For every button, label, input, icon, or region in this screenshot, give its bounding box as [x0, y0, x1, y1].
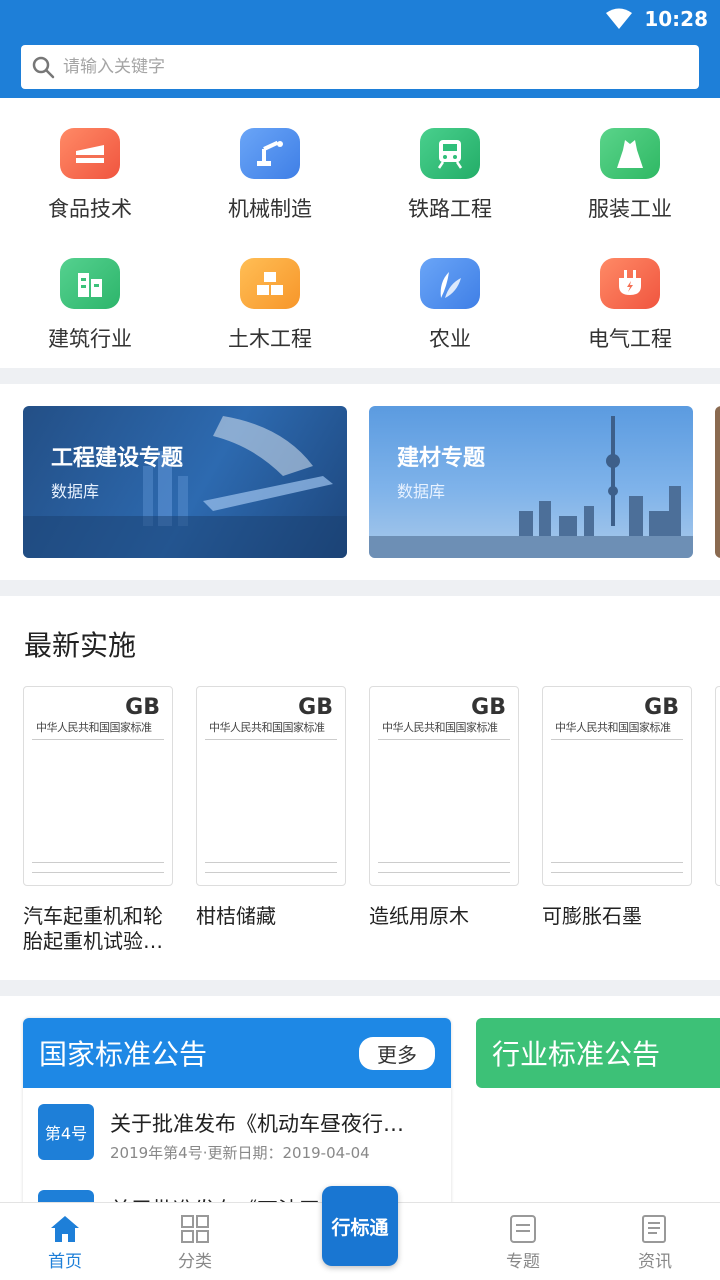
category-machinery[interactable]: 机械制造	[180, 98, 360, 223]
category-label: 机械制造	[228, 197, 312, 221]
train-icon	[420, 128, 480, 179]
search-input[interactable]	[63, 57, 663, 77]
banner-engineering[interactable]: 工程建设专题 数据库	[23, 406, 347, 558]
category-label: 农业	[429, 327, 471, 351]
search-bar[interactable]	[21, 45, 699, 89]
notices-section: 国家标准公告 更多 第4号 关于批准发布《机动车昼夜行… 2019年第4号·更新…	[0, 996, 720, 1206]
tab-label: 首页	[48, 1252, 82, 1272]
category-construction[interactable]: 建筑行业	[0, 228, 180, 353]
standard-card-peek[interactable]	[715, 686, 720, 886]
standard-name: 可膨胀石墨	[542, 904, 642, 928]
notice-item[interactable]: 第4号 关于批准发布《机动车昼夜行… 2019年第4号·更新日期：2019-04…	[38, 1104, 440, 1163]
standard-name: 柑桔储藏	[196, 904, 276, 928]
tab-label: 分类	[178, 1252, 212, 1272]
industry-notice-card[interactable]: 行业标准公告	[476, 1018, 720, 1088]
cover-title: 中华人民共和国国家标准	[555, 721, 671, 734]
tab-home[interactable]: 首页	[0, 1203, 130, 1280]
category-label: 土木工程	[228, 327, 312, 351]
dress-icon	[600, 128, 660, 179]
banner-title: 工程建设专题	[51, 446, 184, 471]
latest-section: 最新实施 GB 中华人民共和国国家标准 汽车起重机和轮胎起重机试验… GB 中华…	[0, 596, 720, 980]
category-label: 食品技术	[48, 197, 132, 221]
tab-label: 专题	[506, 1252, 540, 1272]
cake-icon	[60, 128, 120, 179]
gb-mark: GB	[644, 695, 679, 720]
section-title: 最新实施	[24, 629, 137, 662]
national-notice-header: 国家标准公告 更多	[23, 1018, 451, 1088]
category-label: 服装工业	[588, 197, 672, 221]
standard-cover: GB 中华人民共和国国家标准	[196, 686, 346, 886]
center-app-label: 行标通	[331, 1216, 389, 1239]
notice-title: 关于批准发布《机动车昼夜行…	[110, 1112, 404, 1136]
list-icon	[510, 1215, 536, 1243]
gb-mark: GB	[125, 695, 160, 720]
category-food-tech[interactable]: 食品技术	[0, 98, 180, 223]
standard-name: 汽车起重机和轮胎起重机试验…	[23, 904, 163, 953]
home-icon	[51, 1216, 79, 1242]
gb-mark: GB	[298, 695, 333, 720]
standard-cover: GB 中华人民共和国国家标准	[23, 686, 173, 886]
tab-label: 资讯	[638, 1252, 672, 1272]
cover-title: 中华人民共和国国家标准	[209, 721, 325, 734]
standard-card[interactable]: GB 中华人民共和国国家标准 柑桔储藏	[196, 686, 346, 929]
more-button[interactable]: 更多	[359, 1036, 435, 1070]
banner-title: 建材专题	[397, 446, 486, 471]
standard-name: 造纸用原木	[369, 904, 469, 928]
notice-badge: 第4号	[38, 1104, 94, 1160]
standard-card[interactable]: GB 中华人民共和国国家标准 可膨胀石墨	[542, 686, 692, 929]
topic-banners: 工程建设专题 数据库 建材专题 数据库	[0, 384, 720, 580]
gb-mark: GB	[471, 695, 506, 720]
tab-topics[interactable]: 专题	[458, 1203, 588, 1280]
standard-cover: GB 中华人民共和国国家标准	[542, 686, 692, 886]
plug-icon	[600, 258, 660, 309]
standard-cover: GB 中华人民共和国国家标准	[369, 686, 519, 886]
category-electrical[interactable]: 电气工程	[540, 228, 720, 353]
banner-next-peek[interactable]	[715, 406, 720, 558]
industry-notice-title: 行业标准公告	[492, 1038, 661, 1071]
category-grid: 食品技术 机械制造 铁路工程 服装工业 建筑行业 土木工程 农业 电气工程	[0, 98, 720, 368]
tab-category[interactable]: 分类	[130, 1203, 260, 1280]
standard-card[interactable]: GB 中华人民共和国国家标准 汽车起重机和轮胎起重机试验…	[23, 686, 173, 954]
cover-title: 中华人民共和国国家标准	[36, 721, 152, 734]
robot-arm-icon	[240, 128, 300, 179]
national-notice-card: 国家标准公告 更多 第4号 关于批准发布《机动车昼夜行… 2019年第4号·更新…	[23, 1018, 451, 1206]
category-label: 铁路工程	[408, 197, 492, 221]
wifi-icon	[606, 8, 633, 29]
category-agriculture[interactable]: 农业	[360, 228, 540, 353]
status-time: 10:28	[644, 7, 708, 31]
leaf-icon	[420, 258, 480, 309]
grid-icon	[181, 1215, 209, 1243]
category-label: 电气工程	[588, 327, 672, 351]
standard-card[interactable]: GB 中华人民共和国国家标准 造纸用原木	[369, 686, 519, 929]
building-icon	[60, 258, 120, 309]
news-icon	[642, 1215, 666, 1243]
national-notice-title: 国家标准公告	[39, 1038, 208, 1071]
tab-news[interactable]: 资讯	[590, 1203, 720, 1280]
category-railway[interactable]: 铁路工程	[360, 98, 540, 223]
search-icon	[32, 56, 55, 79]
standard-cover	[715, 686, 720, 886]
cover-title: 中华人民共和国国家标准	[382, 721, 498, 734]
status-bar: 10:28	[606, 6, 708, 32]
banner-building-materials[interactable]: 建材专题 数据库	[369, 406, 693, 558]
notice-meta: 2019年第4号·更新日期：2019-04-04	[110, 1144, 370, 1162]
app-header: 10:28	[0, 0, 720, 98]
blocks-icon	[240, 258, 300, 309]
category-civil[interactable]: 土木工程	[180, 228, 360, 353]
banner-subtitle: 数据库	[51, 482, 100, 501]
category-label: 建筑行业	[48, 327, 132, 351]
category-garment[interactable]: 服装工业	[540, 98, 720, 223]
banner-subtitle: 数据库	[397, 482, 446, 501]
center-app-button[interactable]: 行标通	[322, 1186, 398, 1266]
